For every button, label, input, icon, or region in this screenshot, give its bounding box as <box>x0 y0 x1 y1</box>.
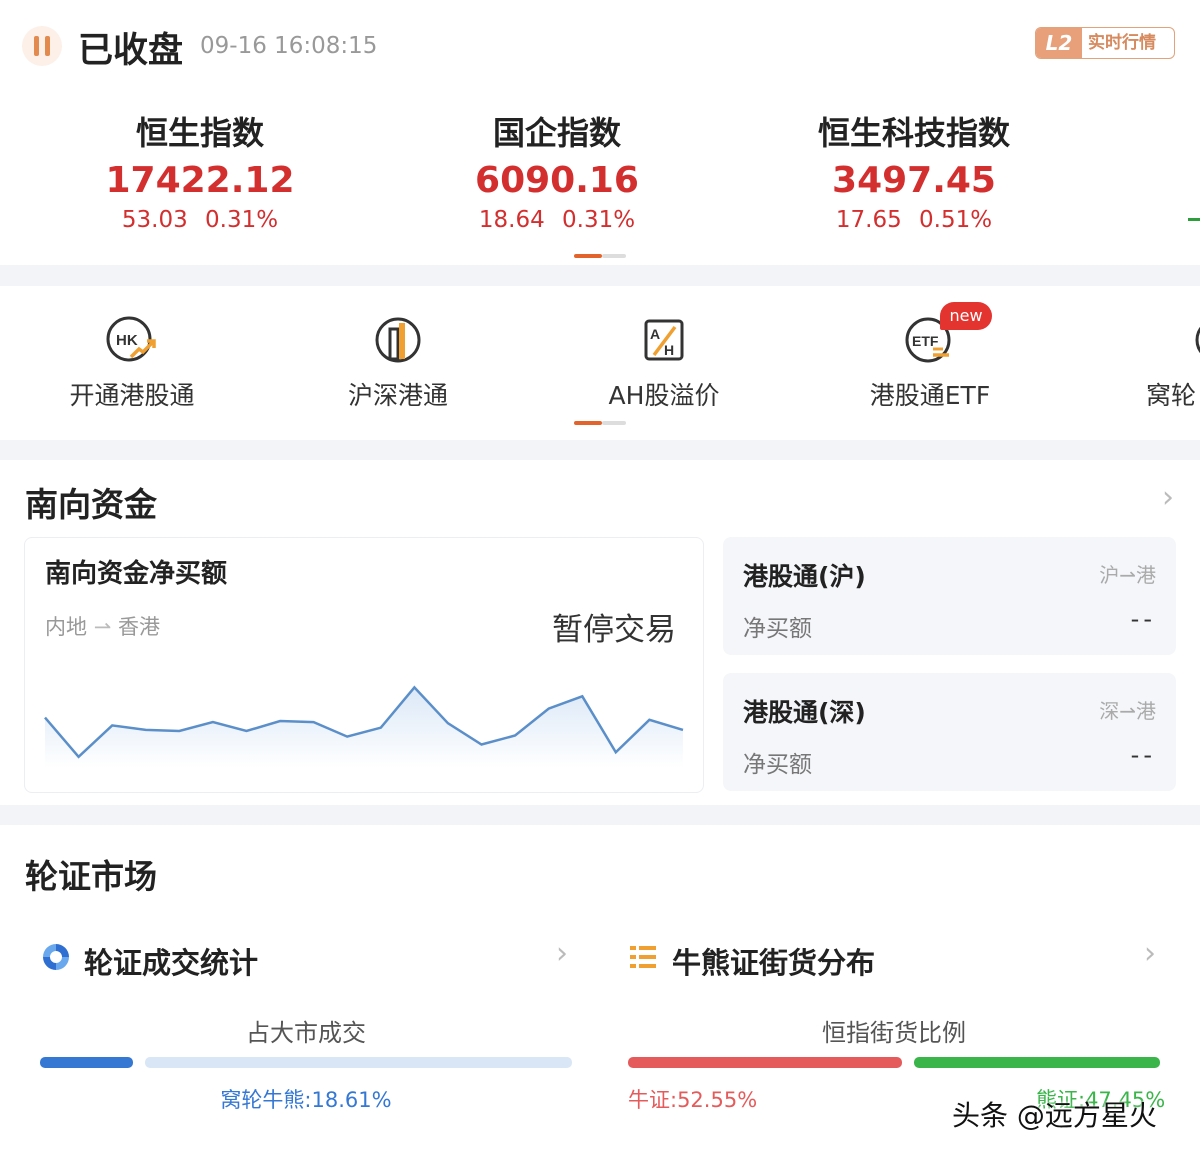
building-icon <box>375 317 421 363</box>
warrant-share-bar <box>40 1057 133 1068</box>
index-name: 恒生科技指数 <box>817 114 1010 152</box>
index-name: 国企指数 <box>492 114 621 152</box>
warrant-stats-subtitle: 占大市成交 <box>246 1019 366 1047</box>
index-change: 18.64 0.31% <box>478 207 636 233</box>
nav-label: 沪深港通 <box>347 381 448 410</box>
page-indicator-active <box>574 254 602 258</box>
panel-label: 净买额 <box>743 752 812 778</box>
panel-sz-connect[interactable]: 港股通(深) 深⇀港 净买额 -- <box>723 673 1176 791</box>
chart-direction: 内地 ⇀ 香港 <box>45 615 160 639</box>
watermark: 头条 @远方星火 <box>952 1099 1157 1132</box>
index-hstech[interactable]: 恒生科技指数 3497.45 17.65 0.51% <box>764 108 1064 233</box>
cbbc-subtitle: 恒指街货比例 <box>822 1019 966 1047</box>
warrant-stats-title: 轮证成交统计 <box>84 946 259 980</box>
index-hsi[interactable]: 恒生指数 17422.12 53.03 0.31% <box>50 108 350 233</box>
bull-share-bar <box>628 1057 902 1068</box>
bull-label: 牛证:52.55% <box>628 1088 758 1112</box>
warrant-icon <box>1195 326 1200 354</box>
warrants-title: 轮证市场 <box>25 857 157 896</box>
nav-label: 开通港股通 <box>69 381 195 410</box>
next-index-peek <box>1188 218 1200 221</box>
svg-text:HK: HK <box>116 332 138 349</box>
index-hscei[interactable]: 国企指数 6090.16 18.64 0.31% <box>407 108 707 233</box>
svg-text:H: H <box>664 342 674 358</box>
southbound-title: 南向资金 <box>25 485 157 524</box>
l2-realtime-button[interactable]: L2 实时行情 <box>1035 27 1175 59</box>
netflow-chart <box>44 685 684 768</box>
candlestick-icon <box>22 26 62 66</box>
market-time: 09-16 16:08:15 <box>200 33 378 59</box>
warrant-stats-icon <box>43 944 69 970</box>
l2-badge: L2 <box>1036 28 1082 58</box>
index-change: 17.65 0.51% <box>835 207 993 233</box>
page-indicator <box>602 254 626 258</box>
nav-label: AH股溢价 <box>608 381 720 410</box>
nav-indicator-active <box>574 421 602 425</box>
panel-route: 深⇀港 <box>1099 699 1156 723</box>
panel-route: 沪⇀港 <box>1099 563 1156 587</box>
index-name: 恒生指数 <box>135 114 264 152</box>
panel-label: 净买额 <box>743 616 812 642</box>
arrow-right-icon: ⇀ <box>1119 699 1136 723</box>
panel-name: 港股通(深) <box>743 698 866 727</box>
chevron-right-icon[interactable]: › <box>556 936 568 971</box>
svg-text:A: A <box>650 326 660 342</box>
bear-share-bar <box>914 1057 1160 1068</box>
warrant-rest-bar <box>145 1057 572 1068</box>
nav-sh-sz-hk-connect[interactable]: 沪深港通 <box>268 312 528 412</box>
nav-open-hk-connect[interactable]: HK 开通港股通 <box>2 312 262 412</box>
market-status: 已收盘 <box>78 31 184 71</box>
panel-value: -- <box>1130 741 1156 769</box>
panel-value: -- <box>1130 605 1156 633</box>
chevron-right-icon[interactable]: › <box>1144 936 1156 971</box>
index-value: 6090.16 <box>475 160 639 201</box>
nav-warrants[interactable]: 窝轮 <box>1066 312 1200 412</box>
cbbc-title: 牛熊证街货分布 <box>672 946 876 980</box>
index-value: 3497.45 <box>832 160 996 201</box>
nav-hk-connect-etf[interactable]: ETF 港股通ETF <box>800 312 1060 412</box>
nav-ah-premium[interactable]: A H AH股溢价 <box>534 312 794 412</box>
new-badge: new <box>940 302 992 330</box>
trading-paused: 暂停交易 <box>552 612 676 648</box>
hk-growth-icon: HK <box>106 316 156 362</box>
nav-label: 港股通ETF <box>869 381 991 410</box>
chevron-right-icon[interactable]: › <box>1162 480 1174 515</box>
l2-label: 实时行情 <box>1088 33 1156 53</box>
chart-title: 南向资金净买额 <box>45 559 228 589</box>
arrow-right-icon: ⇀ <box>1119 563 1136 587</box>
svg-text:ETF: ETF <box>912 333 939 349</box>
netflow-area <box>45 687 683 768</box>
list-icon <box>630 946 656 968</box>
nav-indicator <box>602 421 626 425</box>
panel-sh-connect[interactable]: 港股通(沪) 沪⇀港 净买额 -- <box>723 537 1176 655</box>
panel-name: 港股通(沪) <box>743 562 866 591</box>
index-value: 17422.12 <box>105 160 295 201</box>
index-change: 53.03 0.31% <box>121 207 279 233</box>
arrow-right-icon: ⇀ <box>93 615 112 639</box>
warrant-share-label: 窝轮牛熊:18.61% <box>220 1088 392 1112</box>
ah-icon: A H <box>644 319 684 361</box>
nav-label: 窝轮 <box>1146 381 1197 410</box>
